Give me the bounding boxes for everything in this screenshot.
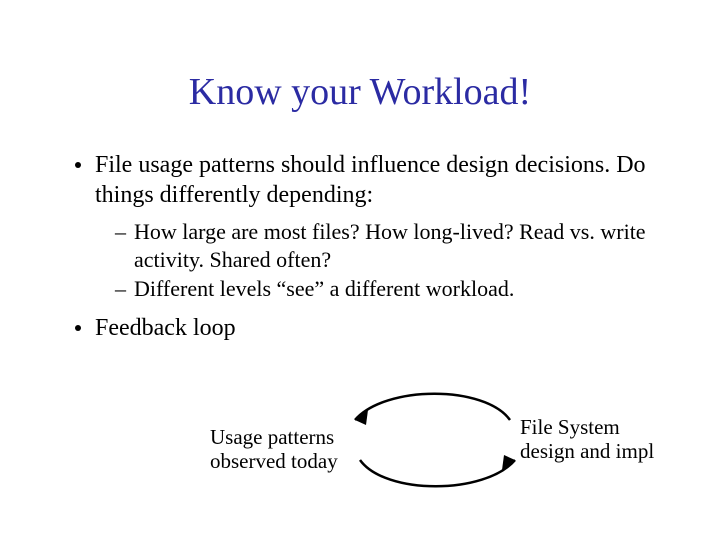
dash-icon: – [115, 275, 126, 303]
feedback-loop-diagram: Usage patterns observed today File Syste… [200, 380, 660, 500]
slide: Know your Workload! File usage patterns … [0, 0, 720, 540]
feedback-loop-icon [335, 380, 535, 500]
sub-bullet-1: – How large are most files? How long-liv… [115, 218, 665, 273]
sub-bullet-1-text: How large are most files? How long-lived… [134, 218, 665, 273]
bullet-2-text: Feedback loop [95, 313, 665, 343]
sub-bullet-list: – How large are most files? How long-liv… [115, 218, 665, 303]
dash-icon: – [115, 218, 126, 246]
bullet-item-2: Feedback loop [75, 313, 665, 343]
loop-label-right: File System design and impl [520, 415, 654, 463]
sub-bullet-2-text: Different levels “see” a different workl… [134, 275, 665, 303]
slide-title: Know your Workload! [0, 70, 720, 114]
loop-left-line1: Usage patterns [210, 425, 334, 449]
bullet-dot-icon [75, 325, 81, 331]
slide-body: File usage patterns should influence des… [75, 150, 665, 349]
loop-right-line2: design and impl [520, 439, 654, 463]
bullet-dot-icon [75, 162, 81, 168]
bullet-1-text: File usage patterns should influence des… [95, 150, 665, 210]
bullet-item-1: File usage patterns should influence des… [75, 150, 665, 210]
loop-label-left: Usage patterns observed today [210, 425, 338, 473]
sub-bullet-2: – Different levels “see” a different wor… [115, 275, 665, 303]
loop-left-line2: observed today [210, 449, 338, 473]
